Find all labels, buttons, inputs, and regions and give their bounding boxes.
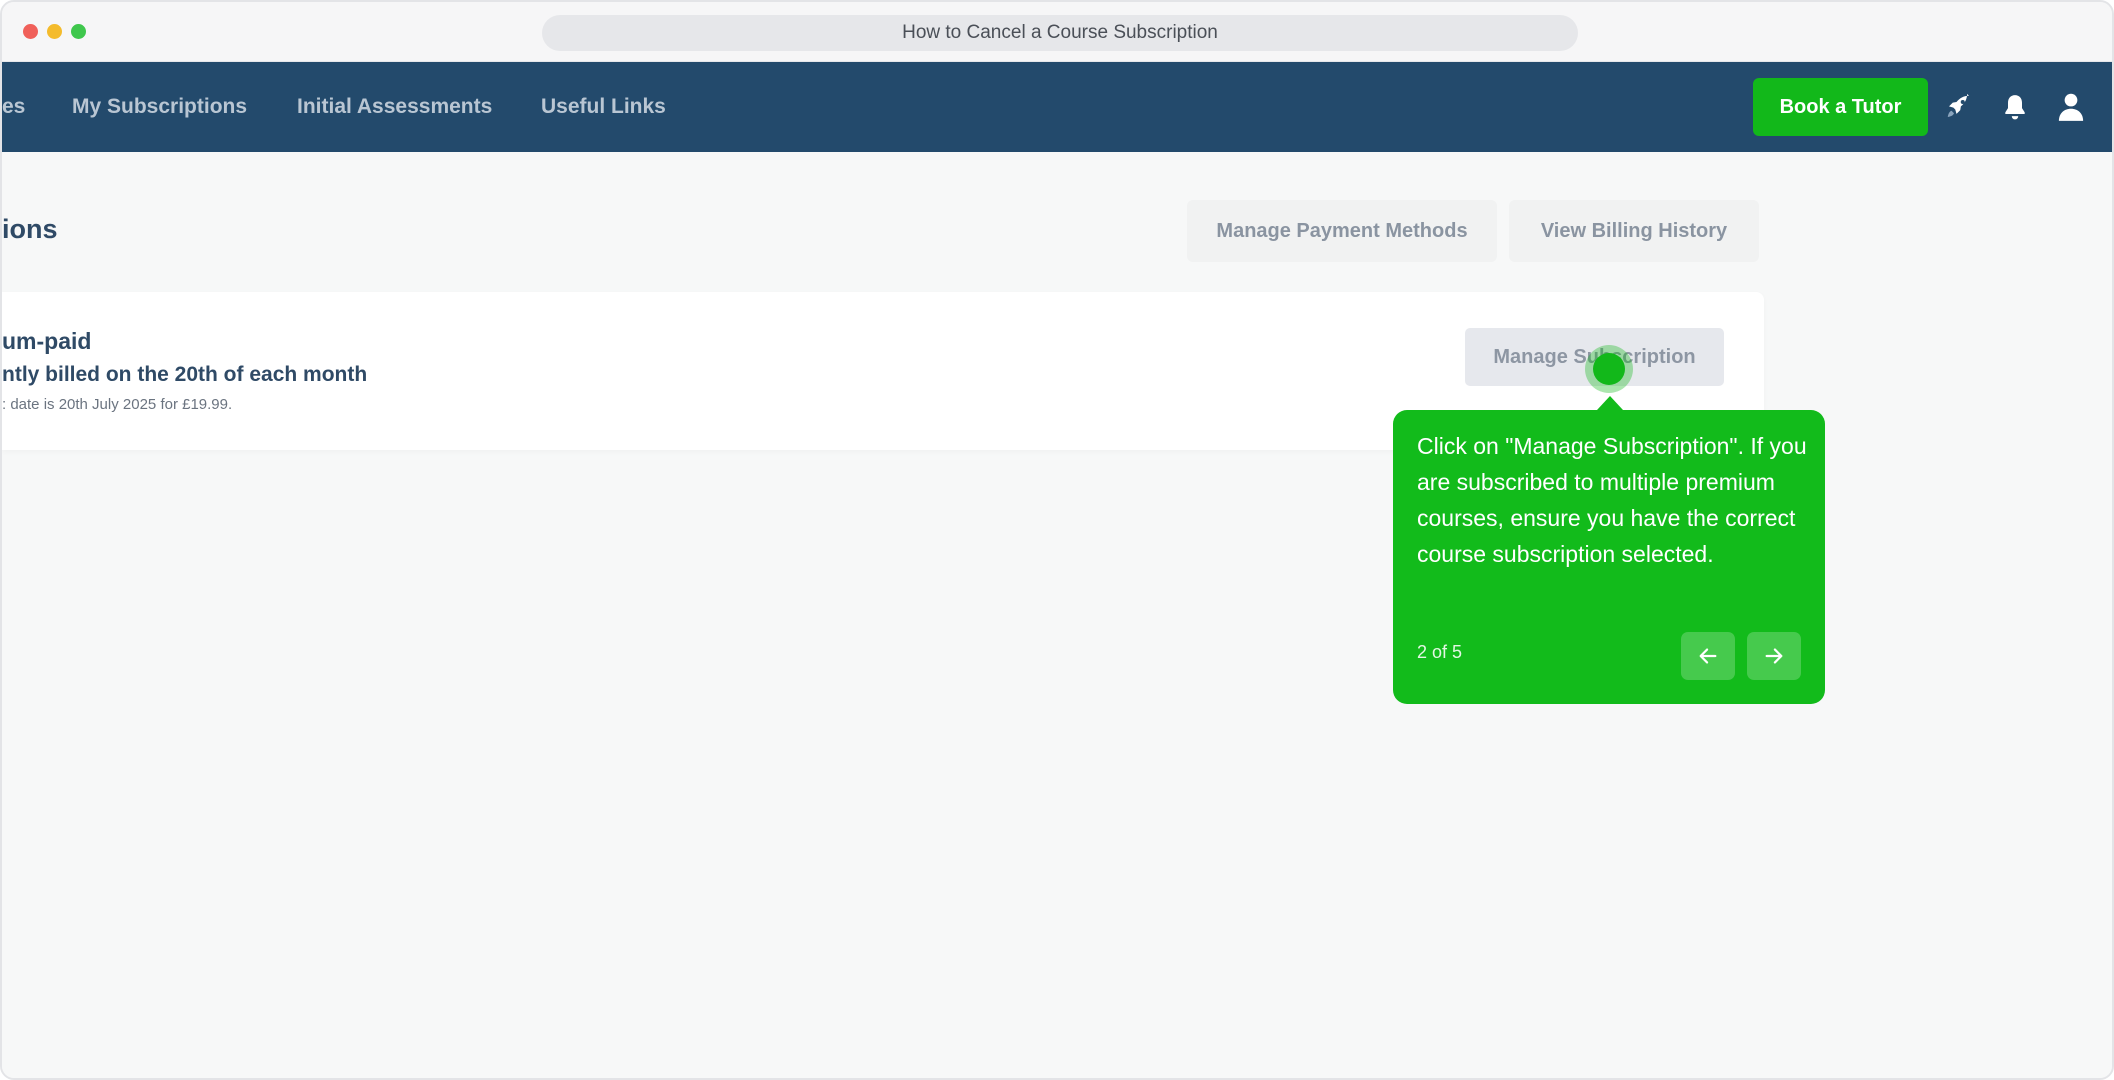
guide-tooltip: Click on "Manage Subscription". If you a… — [1393, 410, 1825, 704]
subscription-name: um-paid — [2, 328, 92, 354]
address-bar[interactable]: How to Cancel a Course Subscription — [542, 15, 1578, 51]
nav-item-partial[interactable]: es — [2, 62, 25, 152]
minimize-window-button[interactable] — [47, 24, 62, 39]
view-billing-history-button[interactable]: View Billing History — [1509, 200, 1759, 262]
top-navbar: es My Subscriptions Initial Assessments … — [2, 62, 2112, 152]
next-payment-info: : date is 20th July 2025 for £19.99. — [2, 396, 233, 413]
bell-icon[interactable] — [1998, 90, 2032, 124]
arrow-right-icon — [1765, 648, 1783, 664]
previous-step-button[interactable] — [1681, 632, 1735, 680]
user-icon[interactable] — [2054, 90, 2088, 124]
close-window-button[interactable] — [23, 24, 38, 39]
tooltip-text: Click on "Manage Subscription". If you a… — [1417, 433, 1807, 567]
nav-item-useful-links[interactable]: Useful Links — [541, 62, 666, 152]
book-a-tutor-button[interactable]: Book a Tutor — [1753, 78, 1928, 136]
tooltip-arrow — [1597, 396, 1623, 410]
manage-payment-methods-button[interactable]: Manage Payment Methods — [1187, 200, 1497, 262]
nav-item-my-subscriptions[interactable]: My Subscriptions — [72, 62, 247, 152]
arrow-left-icon — [1699, 648, 1717, 664]
page-title: ions — [2, 214, 58, 244]
billing-frequency: ntly billed on the 20th of each month — [2, 363, 368, 386]
rocket-icon[interactable] — [1942, 90, 1976, 124]
hotspot-dot[interactable] — [1593, 353, 1625, 385]
tooltip-step-counter: 2 of 5 — [1417, 642, 1463, 662]
title-bar: How to Cancel a Course Subscription — [2, 2, 2112, 62]
maximize-window-button[interactable] — [71, 24, 86, 39]
browser-window: How to Cancel a Course Subscription es M… — [0, 0, 2114, 1080]
nav-item-initial-assessments[interactable]: Initial Assessments — [297, 62, 492, 152]
next-step-button[interactable] — [1747, 632, 1801, 680]
